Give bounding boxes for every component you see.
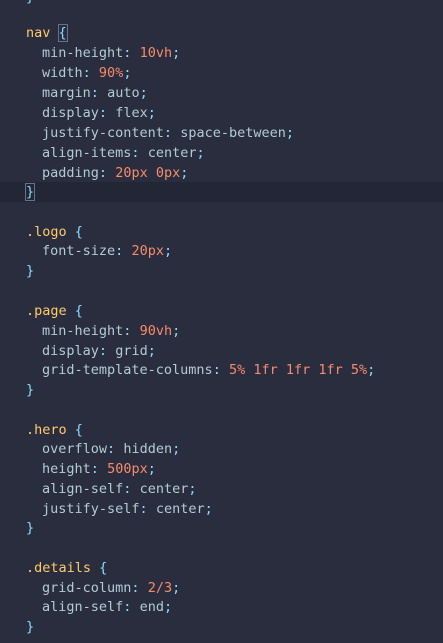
css-property: font-size <box>42 243 116 259</box>
close-brace: } <box>26 619 35 635</box>
css-selector: .details <box>26 560 92 576</box>
css-property: justify-self <box>42 501 140 517</box>
code-line: margin: auto; <box>42 85 148 101</box>
close-brace: } <box>26 263 35 279</box>
css-value: end <box>139 599 164 615</box>
css-unit: px <box>131 165 148 181</box>
code-line: grid-template-columns: 5% 1fr 1fr 1fr 5%… <box>42 362 376 378</box>
css-value: 2/3 <box>147 580 173 596</box>
css-number: 20 <box>115 165 132 181</box>
css-value: center <box>139 481 189 497</box>
code-line: min-height: 90vh; <box>42 323 181 339</box>
code-line: .logo { <box>0 222 443 242</box>
code-line: } <box>0 261 443 281</box>
code-line: min-height: 10vh; <box>42 45 181 61</box>
close-brace: } <box>24 183 36 201</box>
css-unit: px <box>147 243 164 259</box>
css-property: overflow <box>42 441 108 457</box>
code-line-partial: } <box>0 0 443 7</box>
css-value: hidden <box>123 441 173 457</box>
css-property: min-height <box>42 323 124 339</box>
code-line: width: 90%; <box>42 65 132 81</box>
open-brace: { <box>99 560 108 576</box>
css-property: grid-template-columns <box>42 362 213 378</box>
code-line: justify-content: space-between; <box>42 125 295 141</box>
css-property: justify-content <box>42 125 164 141</box>
css-property: height <box>42 461 91 477</box>
css-selector: .logo <box>26 224 67 240</box>
css-value: flex <box>115 105 148 121</box>
css-property: display <box>42 105 99 121</box>
css-number: 90 <box>139 323 156 339</box>
code-line: .page { <box>0 301 443 321</box>
code-editor[interactable]: } nav { min-height: 10vh; width: 90%; ma… <box>0 0 443 643</box>
code-line: justify-self: center; <box>42 501 213 517</box>
close-brace: } <box>26 382 35 398</box>
code-line: align-self: center; <box>42 481 197 497</box>
code-line: display: grid; <box>42 343 156 359</box>
css-value: space-between <box>180 125 286 141</box>
code-line: } <box>0 518 443 538</box>
css-selector: .hero <box>26 422 67 438</box>
css-number: 10 <box>139 45 156 61</box>
code-line: overflow: hidden; <box>42 441 181 457</box>
css-property: display <box>42 343 99 359</box>
css-value: center <box>155 501 205 517</box>
css-value: 5% 1fr 1fr 1fr 5% <box>228 362 368 378</box>
css-property: align-self <box>42 599 124 615</box>
code-line: font-size: 20px; <box>42 243 173 259</box>
open-brace: { <box>74 422 83 438</box>
code-line: padding: 20px 0px; <box>42 165 189 181</box>
css-property: padding <box>42 165 99 181</box>
css-value: grid <box>115 343 148 359</box>
css-unit: vh <box>155 45 173 61</box>
code-line-current[interactable]: } <box>0 182 443 202</box>
css-number: 500 <box>107 461 132 477</box>
css-unit: px <box>164 165 181 181</box>
css-property: width <box>42 65 83 81</box>
css-unit: px <box>131 461 148 477</box>
css-property: align-items <box>42 145 132 161</box>
code-line: align-items: center; <box>42 145 205 161</box>
code-line: .hero { <box>0 420 443 440</box>
css-property: grid-column <box>42 580 132 596</box>
css-value: auto <box>107 85 140 101</box>
code-line: } <box>0 617 443 637</box>
code-line: grid-column: 2/3; <box>42 580 181 596</box>
css-selector: nav <box>26 25 51 41</box>
css-property: min-height <box>42 45 124 61</box>
css-unit: vh <box>155 323 173 339</box>
open-brace: { <box>74 224 83 240</box>
close-brace: } <box>26 520 35 536</box>
code-line: align-self: end; <box>42 599 173 615</box>
code-line: display: flex; <box>42 105 156 121</box>
close-brace: } <box>26 0 34 5</box>
css-property: align-self <box>42 481 124 497</box>
css-number: 0 <box>155 165 164 181</box>
css-selector: .page <box>26 303 67 319</box>
css-value: center <box>147 145 197 161</box>
open-brace: { <box>74 303 83 319</box>
open-brace: { <box>57 24 68 42</box>
code-line: .details { <box>0 558 443 578</box>
code-line: } <box>0 380 443 400</box>
css-property: margin <box>42 85 91 101</box>
code-line: nav { <box>0 23 443 43</box>
css-number: 90 <box>98 65 116 81</box>
css-number: 20 <box>131 243 148 259</box>
code-line: height: 500px; <box>42 461 156 477</box>
